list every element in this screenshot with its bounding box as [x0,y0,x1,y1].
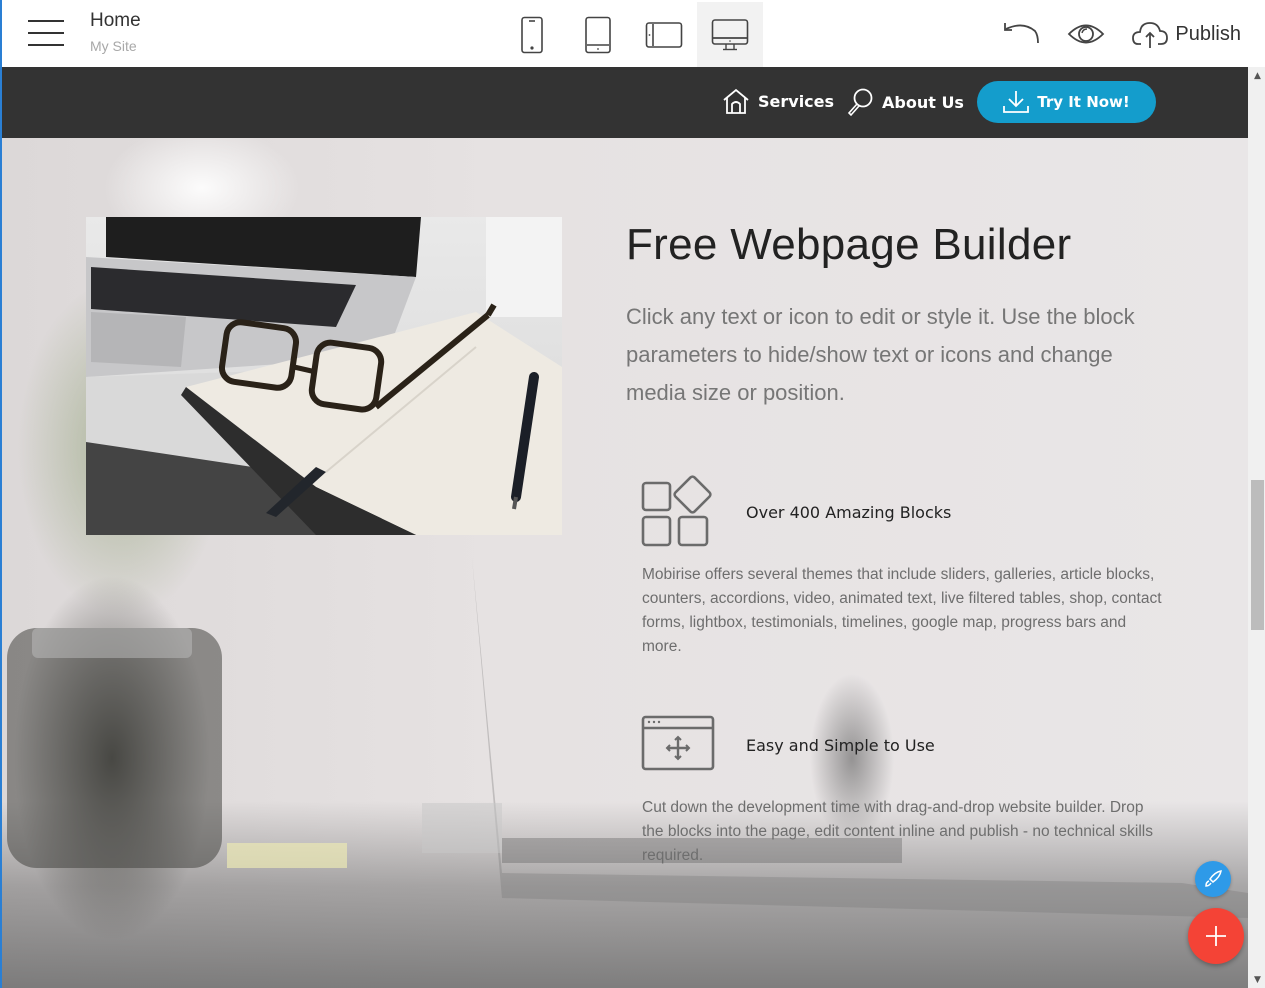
tablet-landscape-icon [645,21,683,48]
download-icon [1003,91,1030,113]
home-icon [723,88,749,114]
editor-actions: Publish [975,14,1241,54]
nav-link-label: Services [758,91,835,111]
feature-title[interactable]: Over 400 Amazing Blocks [746,503,951,522]
device-tablet-landscape-button[interactable] [631,2,697,67]
hero-lead-text[interactable]: Click any text or icon to edit or style … [626,298,1166,412]
device-mobile-button[interactable] [499,2,565,67]
style-button[interactable] [1195,861,1231,897]
publish-label: Publish [1175,22,1241,45]
feature-text[interactable]: Mobirise offers several themes that incl… [642,563,1162,659]
undo-icon [1004,23,1040,44]
phone-icon [521,16,543,53]
vertical-scrollbar[interactable]: ▲ ▼ [1248,67,1265,988]
feature-text[interactable]: Cut down the development time with drag-… [642,796,1162,868]
undo-button[interactable] [1001,21,1041,47]
nav-link-label: About Us [882,92,964,112]
cloud-upload-icon [1132,22,1169,48]
scrollbar-thumb[interactable] [1251,480,1264,630]
publish-button[interactable]: Publish [1131,19,1241,49]
scroll-up-arrow-icon[interactable]: ▲ [1248,67,1265,84]
editor-window: Home My Site Publish Services About Us T… [0,0,1265,988]
page-title[interactable]: Home [90,10,141,32]
drag-drop-window-icon[interactable] [641,715,715,775]
laptop-glasses-notebook-photo[interactable] [86,217,562,535]
preview-button[interactable] [1067,21,1105,47]
plus-icon [1206,926,1226,946]
eye-icon [1068,24,1105,44]
site-name: My Site [90,38,137,54]
hamburger-icon[interactable] [28,20,66,46]
nav-link-services[interactable]: Services [722,87,834,115]
hero-heading[interactable]: Free Webpage Builder [626,220,1071,270]
device-switcher [499,2,763,67]
device-tablet-button[interactable] [565,2,631,67]
device-desktop-button[interactable] [697,2,763,67]
feature-title[interactable]: Easy and Simple to Use [746,736,935,755]
scroll-down-arrow-icon[interactable]: ▼ [1248,971,1265,988]
tablet-icon [585,16,611,53]
search-icon [847,88,873,117]
site-navbar: Services About Us Try It Now! [2,67,1248,138]
try-it-now-button[interactable]: Try It Now! [977,81,1156,123]
brush-icon [1205,870,1222,887]
try-it-now-label: Try It Now! [1037,93,1130,111]
photo-image [86,217,562,535]
blocks-icon[interactable] [641,475,715,553]
hero-section: Free Webpage Builder Click any text or i… [2,138,1248,988]
editor-toolbar: Home My Site Publish [2,0,1265,67]
desktop-icon [711,18,749,50]
nav-link-about[interactable]: About Us [846,87,964,117]
add-block-button[interactable] [1188,908,1244,964]
